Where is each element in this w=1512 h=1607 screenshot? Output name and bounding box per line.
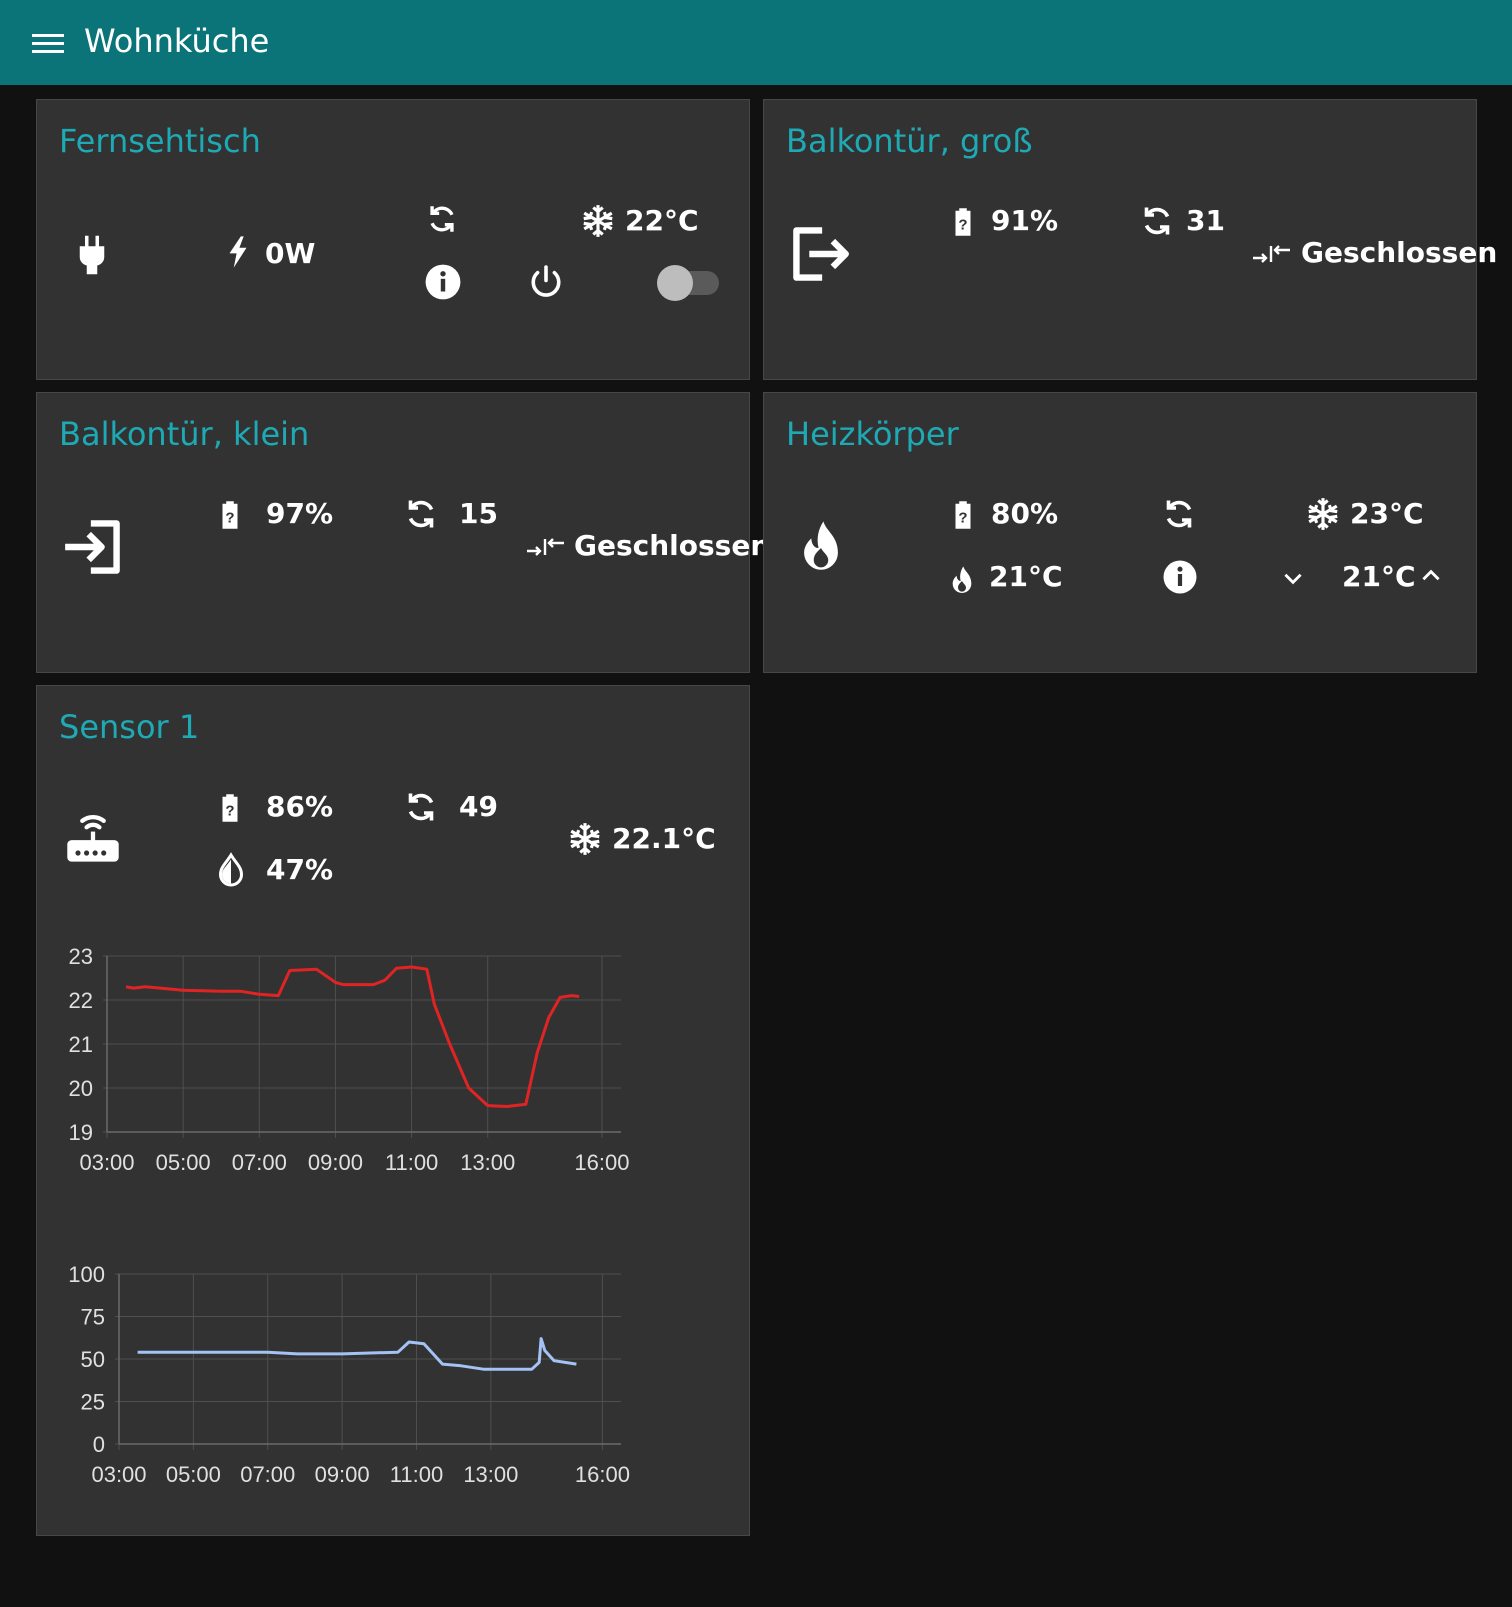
exit-door-icon	[793, 227, 849, 281]
snowflake-icon	[583, 205, 613, 237]
door-state: Geschlossen	[1301, 236, 1498, 269]
temperature-value: 23°C	[1350, 497, 1424, 530]
water-percent-icon	[218, 852, 244, 887]
hum-chart-x-tick-label: 09:00	[315, 1462, 370, 1487]
power-toggle[interactable]	[657, 265, 721, 301]
door-state: Geschlossen	[574, 529, 771, 562]
battery-unknown-icon: ?	[222, 794, 238, 822]
sync-icon	[1144, 207, 1170, 235]
menu-icon[interactable]	[30, 30, 66, 58]
card-title: Fernsehtisch	[59, 122, 261, 160]
hum-chart-y-tick-label: 0	[93, 1432, 105, 1457]
link-value: 31	[1186, 204, 1225, 237]
chevron-down-icon[interactable]	[1280, 565, 1306, 591]
hum-chart-y-tick-label: 100	[68, 1262, 105, 1287]
page-title: Wohnküche	[84, 22, 270, 60]
temp-chart-x-tick-label: 16:00	[574, 1150, 629, 1175]
battery-value: 97%	[266, 497, 334, 530]
link-value: 49	[459, 790, 498, 823]
hum-chart-y-tick-label: 25	[81, 1390, 105, 1415]
hum-chart-x-tick-label: 03:00	[91, 1462, 146, 1487]
temp-chart-y-tick-label: 23	[69, 944, 93, 969]
hum-chart-y-tick-label: 75	[81, 1305, 105, 1330]
hum-chart-x-tick-label: 16:00	[575, 1462, 630, 1487]
info-icon[interactable]	[1162, 559, 1198, 595]
fire-icon	[804, 521, 838, 570]
chevron-up-icon[interactable]	[1418, 563, 1444, 589]
link-value: 15	[459, 497, 498, 530]
temp-chart-y-tick-label: 21	[69, 1032, 93, 1057]
card-fernsehtisch: Fernsehtisch 0W 22°C	[36, 99, 750, 380]
power-value: 0W	[265, 237, 316, 270]
power-icon[interactable]	[528, 264, 564, 300]
hum-chart-y-tick-label: 50	[81, 1347, 105, 1372]
sync-icon	[1166, 500, 1192, 528]
heating-temperature: 21°C	[989, 560, 1063, 593]
hum-chart-series-line	[137, 1337, 577, 1371]
card-title: Sensor 1	[59, 708, 200, 746]
temp-chart-x-tick-label: 13:00	[460, 1150, 515, 1175]
hum-chart-x-tick-label: 05:00	[166, 1462, 221, 1487]
battery-value: 86%	[266, 790, 334, 823]
fire-icon	[952, 566, 972, 593]
battery-value: 91%	[991, 204, 1059, 237]
temperature-value: 22°C	[625, 204, 699, 237]
lightning-icon	[229, 236, 247, 268]
card-title: Balkontür, klein	[59, 415, 310, 453]
hum-chart-x-tick-label: 07:00	[240, 1462, 295, 1487]
router-wireless-icon	[67, 815, 119, 862]
svg-text:?: ?	[958, 217, 967, 234]
app-header: Wohnküche	[0, 0, 1512, 85]
snowflake-icon	[1308, 498, 1338, 530]
temperature-value: 22.1°C	[612, 822, 716, 855]
temp-chart-x-tick-label: 05:00	[156, 1150, 211, 1175]
arrow-collapse-horizontal-icon	[1253, 245, 1290, 263]
battery-unknown-icon: ?	[955, 501, 971, 529]
temp-chart-x-tick-label: 03:00	[79, 1150, 134, 1175]
card-balkontuer-klein: Balkontür, klein ? 97% 15 Geschlossen	[36, 392, 770, 673]
card-sensor-1: Sensor 1 ? 86% 49 47% 22.1°C 03:00 05:00 0…	[36, 685, 750, 1536]
temp-chart-x-tick-label: 11:00	[385, 1150, 438, 1175]
battery-value: 80%	[991, 497, 1059, 530]
humidity-value: 47%	[266, 853, 334, 886]
temp-chart-y-tick-label: 22	[69, 988, 93, 1013]
info-icon[interactable]	[424, 263, 462, 301]
hum-chart-x-tick-label: 13:00	[463, 1462, 518, 1487]
sync-icon	[408, 500, 434, 528]
card-title: Heizkörper	[786, 415, 959, 453]
card-balkontuer-gross: Balkontür, groß ? 91% 31 Geschlossen	[763, 99, 1497, 380]
svg-text:?: ?	[958, 510, 967, 527]
temp-chart-y-tick-label: 20	[69, 1076, 93, 1101]
temp-chart-series-line	[125, 965, 580, 1108]
sync-icon	[430, 206, 454, 232]
humidity-chart: 03:00 05:00 07:00 09:00 11:00 13:00 16:00 0 25 50…	[68, 1262, 630, 1487]
arrow-collapse-horizontal-icon	[527, 538, 564, 556]
enter-door-icon	[65, 520, 120, 574]
temp-chart-y-tick-label: 19	[69, 1120, 93, 1145]
svg-text:?: ?	[225, 803, 234, 820]
sync-icon	[408, 793, 434, 821]
battery-unknown-icon: ?	[955, 208, 971, 236]
card-title: Balkontür, groß	[786, 122, 1033, 160]
temp-chart-x-tick-label: 09:00	[308, 1150, 363, 1175]
snowflake-icon	[570, 823, 600, 855]
card-heizkoerper: Heizkörper ? 80% 23°C 21°C 21°C	[763, 392, 1477, 673]
setpoint-value: 21°C	[1342, 560, 1416, 593]
temp-chart-x-tick-label: 07:00	[232, 1150, 287, 1175]
svg-text:?: ?	[225, 510, 234, 527]
hum-chart-x-tick-label: 11:00	[390, 1462, 443, 1487]
temperature-chart: 03:00 05:00 07:00 09:00 11:00 13:00 16:00 19 20 2…	[69, 944, 630, 1175]
battery-unknown-icon: ?	[222, 501, 238, 529]
power-plug-icon	[79, 235, 105, 275]
